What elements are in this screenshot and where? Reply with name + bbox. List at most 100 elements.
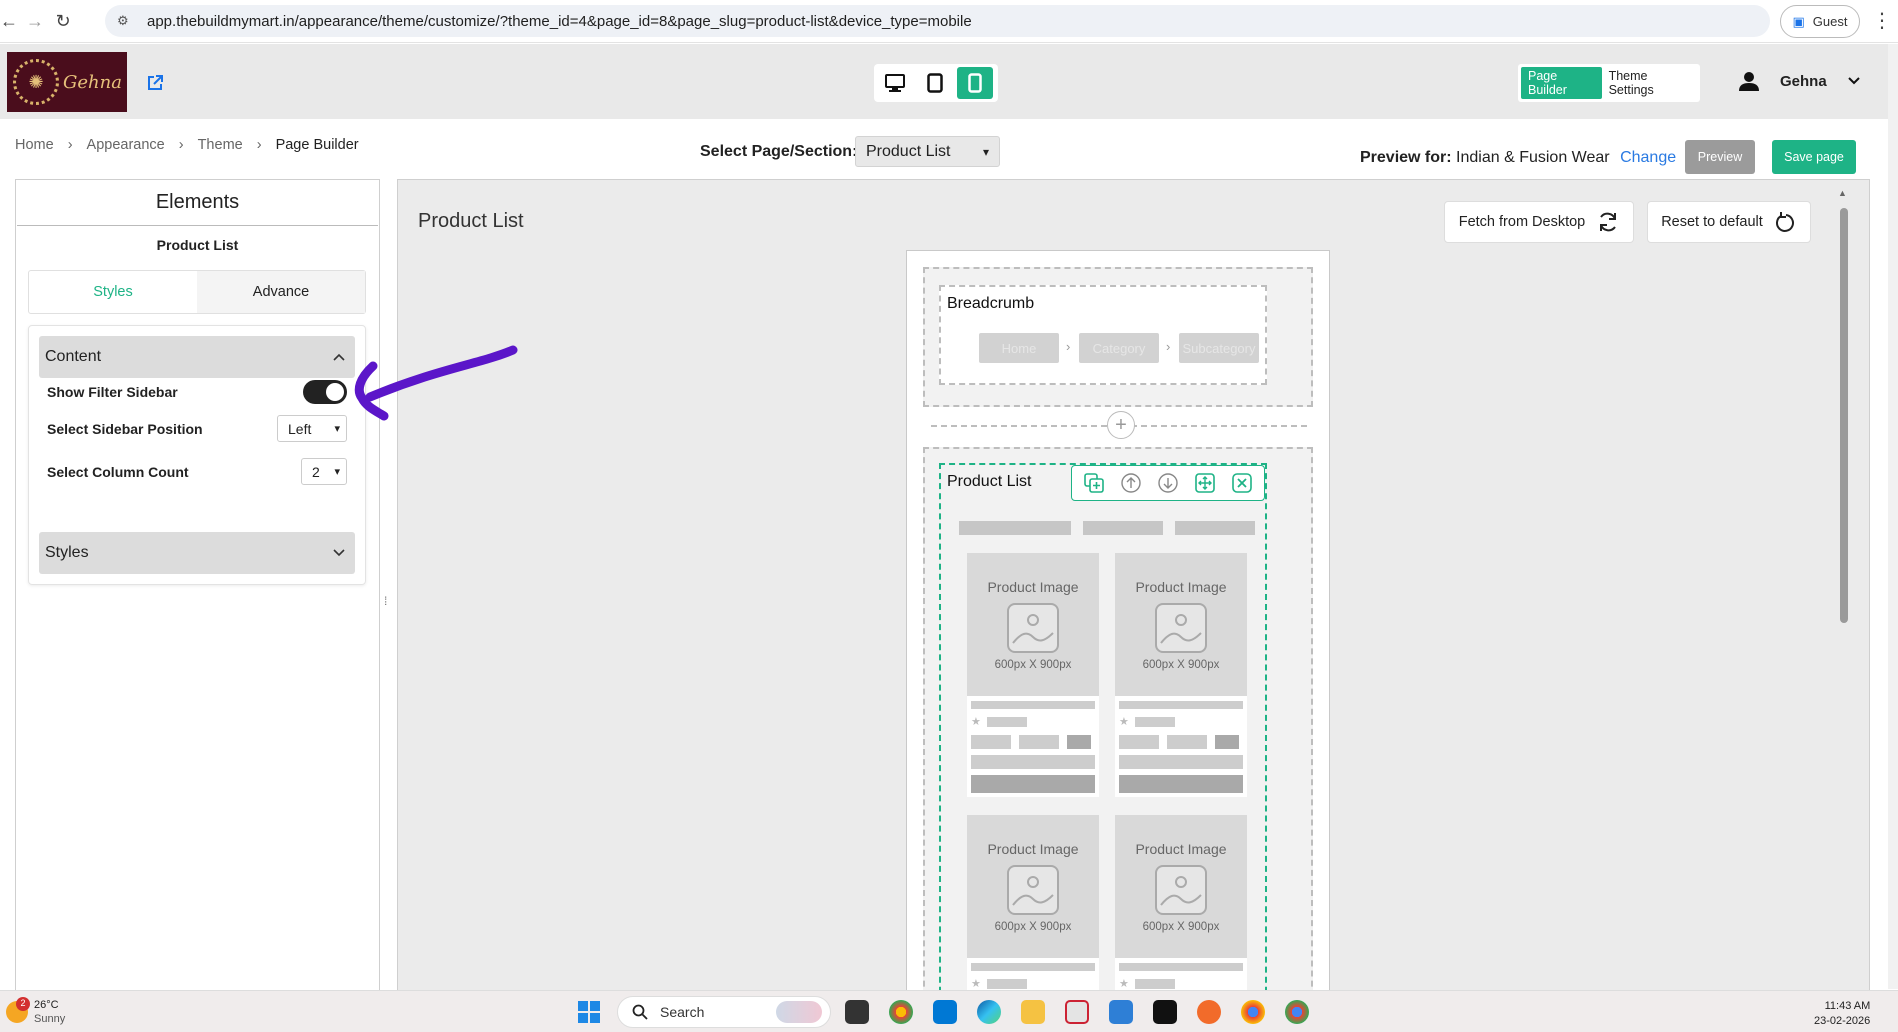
add-section-button[interactable]: + xyxy=(1107,411,1135,439)
close-icon[interactable] xyxy=(1230,471,1254,495)
tab-advance[interactable]: Advance xyxy=(197,271,365,313)
styles-accordion-header[interactable]: Styles xyxy=(39,532,355,574)
image-icon xyxy=(1007,603,1059,653)
preview-for-value: Indian & Fusion Wear xyxy=(1456,149,1610,166)
product-image-label: Product Image xyxy=(1135,579,1227,595)
clock-date: 23-02-2026 xyxy=(1814,1015,1871,1028)
breadcrumb-pill-category: Category xyxy=(1079,333,1159,363)
annotation-arrow xyxy=(354,345,518,421)
product-image-size: 600px X 900px xyxy=(994,659,1072,671)
settings-card: Content Show Filter Sidebar Select Sideb… xyxy=(28,325,366,585)
product-card[interactable]: Product Image 600px X 900px ★ xyxy=(1115,815,1247,990)
tablet-mode-button[interactable] xyxy=(917,67,953,99)
profile-button[interactable]: ▣ Guest xyxy=(1780,5,1860,38)
site-info-icon[interactable]: ⚙ xyxy=(117,13,137,29)
product-image-placeholder: Product Image 600px X 900px xyxy=(967,553,1099,696)
product-card[interactable]: Product Image 600px X 900px ★ xyxy=(967,815,1099,990)
snipping-tool-icon[interactable] xyxy=(1065,1000,1089,1024)
weather-widget[interactable]: 2 26°C Sunny xyxy=(6,997,65,1027)
column-count-label: Select Column Count xyxy=(47,463,189,480)
start-menu-icon[interactable] xyxy=(578,1001,600,1023)
title-placeholder xyxy=(971,963,1095,971)
drag-move-icon[interactable] xyxy=(1193,471,1217,495)
sidebar-position-select[interactable]: Left ▾ xyxy=(277,415,347,442)
breadcrumb-widget[interactable]: Breadcrumb Home › Category › Subcategory xyxy=(939,285,1267,385)
image-icon xyxy=(1155,603,1207,653)
title-placeholder xyxy=(1119,963,1243,971)
system-clock[interactable]: 11:43 AM 23-02-2026 xyxy=(1814,999,1870,1030)
desktop-mode-button[interactable] xyxy=(877,67,913,99)
breadcrumb-page-builder: Page Builder xyxy=(275,137,359,153)
tablet-icon xyxy=(927,73,943,93)
breadcrumb: Home › Appearance › Theme › Page Builder xyxy=(15,137,359,153)
rating-placeholder xyxy=(987,717,1027,727)
chrome-icon[interactable] xyxy=(1241,1000,1265,1024)
mobile-mode-button[interactable] xyxy=(957,67,993,99)
address-bar[interactable]: ⚙ app.thebuildmymart.in/appearance/theme… xyxy=(105,5,1770,37)
button-placeholder xyxy=(1119,775,1243,793)
move-up-icon[interactable] xyxy=(1119,471,1143,495)
breadcrumb-pill-home: Home xyxy=(979,333,1059,363)
tab-styles[interactable]: Styles xyxy=(29,271,197,313)
device-mode-toggle xyxy=(874,64,998,102)
sync-icon xyxy=(1600,212,1617,232)
product-card[interactable]: Product Image 600px X 900px ★ xyxy=(1115,553,1247,797)
tab-theme-settings[interactable]: Theme Settings xyxy=(1602,67,1697,99)
product-card[interactable]: Product Image 600px X 900px ★ xyxy=(967,553,1099,797)
breadcrumb-appearance[interactable]: Appearance xyxy=(87,137,165,153)
brand-logo[interactable]: ✺ Gehna xyxy=(7,52,127,112)
panel-resize-handle[interactable]: ⁞ xyxy=(384,594,387,608)
move-down-icon[interactable] xyxy=(1156,471,1180,495)
user-name: Gehna xyxy=(1780,72,1827,90)
save-page-button[interactable]: Save page xyxy=(1772,140,1856,174)
edge-icon[interactable] xyxy=(977,1000,1001,1024)
product-list-widget[interactable]: Product List Product Image 600px X 900px… xyxy=(939,463,1267,990)
window-scrollbar[interactable] xyxy=(1888,44,1898,989)
user-menu[interactable]: Gehna xyxy=(1738,70,1861,92)
chrome-icon[interactable] xyxy=(889,1000,913,1024)
page-select[interactable]: Product List ▾ xyxy=(855,136,1000,167)
content-accordion-body: Show Filter Sidebar Select Sidebar Posit… xyxy=(39,380,355,520)
column-count-value: 2 xyxy=(312,463,320,480)
external-link-icon[interactable] xyxy=(146,74,164,97)
image-icon xyxy=(1007,865,1059,915)
show-filter-label: Show Filter Sidebar xyxy=(47,384,178,400)
profile-icon: ▣ xyxy=(1792,13,1805,29)
reset-to-default-button[interactable]: Reset to default xyxy=(1647,201,1811,243)
show-filter-toggle[interactable] xyxy=(303,380,347,404)
content-accordion-header[interactable]: Content xyxy=(39,336,355,378)
terminal-icon[interactable] xyxy=(1153,1000,1177,1024)
filter-placeholder xyxy=(1083,521,1163,535)
product-image-label: Product Image xyxy=(987,579,1079,595)
elements-panel: Elements Product List Styles Advance Con… xyxy=(15,179,380,991)
vscode-icon[interactable] xyxy=(933,1000,957,1024)
fetch-from-desktop-button[interactable]: Fetch from Desktop xyxy=(1444,201,1634,243)
chevron-down-icon: ▾ xyxy=(334,423,340,435)
preview-button[interactable]: Preview xyxy=(1685,140,1755,174)
tab-page-builder[interactable]: Page Builder xyxy=(1521,67,1602,99)
price-placeholder xyxy=(971,735,1011,749)
task-view-icon[interactable] xyxy=(845,1000,869,1024)
scroll-thumb[interactable] xyxy=(1840,208,1848,623)
breadcrumb-home[interactable]: Home xyxy=(15,137,54,153)
chevron-right-icon: › xyxy=(1066,339,1071,354)
canvas-scrollbar[interactable]: ▲ xyxy=(1838,188,1850,988)
os-taskbar: 2 26°C Sunny Search 11:43 AM 23-02-2026 xyxy=(0,990,1898,1032)
notepad-icon[interactable] xyxy=(1109,1000,1133,1024)
star-icon: ★ xyxy=(1119,716,1129,728)
scroll-up-icon[interactable]: ▲ xyxy=(1838,188,1847,198)
breadcrumb-theme[interactable]: Theme xyxy=(198,137,243,153)
postman-icon[interactable] xyxy=(1197,1000,1221,1024)
file-explorer-icon[interactable] xyxy=(1021,1000,1045,1024)
duplicate-icon[interactable] xyxy=(1082,471,1106,495)
browser-menu-icon[interactable]: ⋮ xyxy=(1872,8,1892,33)
chrome-icon[interactable] xyxy=(1285,1000,1309,1024)
builder-canvas: Product List Fetch from Desktop Reset to… xyxy=(397,179,1870,991)
reload-icon[interactable]: ↻ xyxy=(48,6,78,36)
taskbar-search[interactable]: Search xyxy=(617,996,831,1028)
forward-icon[interactable]: → xyxy=(20,6,50,36)
change-link[interactable]: Change xyxy=(1620,149,1676,166)
column-count-select[interactable]: 2 ▾ xyxy=(301,458,347,485)
product-image-placeholder: Product Image 600px X 900px xyxy=(1115,815,1247,958)
image-icon xyxy=(1155,865,1207,915)
